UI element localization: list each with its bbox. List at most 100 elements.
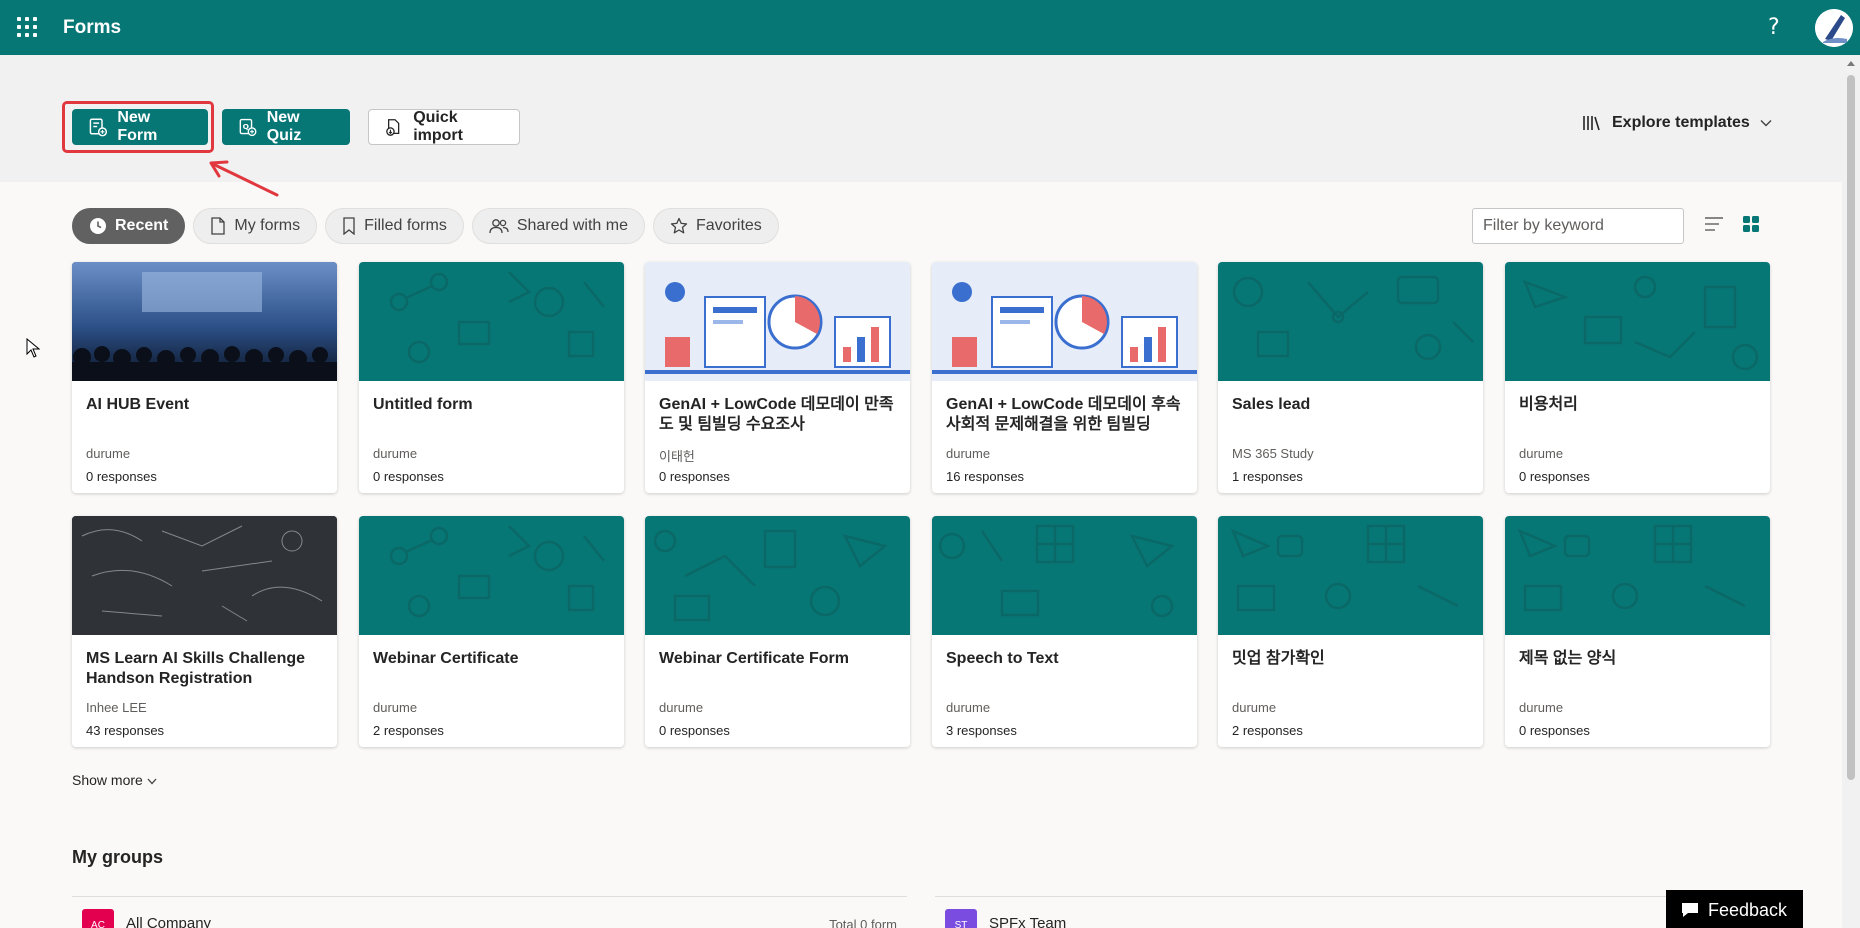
card-title: 밋업 참가확인 bbox=[1232, 650, 1325, 667]
form-card[interactable]: GenAI + LowCode 데모데이 후속 사회적 문제해결을 위한 팀빌딩… bbox=[932, 262, 1197, 493]
card-thumbnail-pattern bbox=[359, 262, 624, 381]
card-responses: 16 responses bbox=[946, 469, 1025, 484]
card-responses: 0 responses bbox=[373, 469, 444, 484]
help-icon[interactable]: ? bbox=[1768, 15, 1780, 40]
app-title[interactable]: Forms bbox=[63, 17, 121, 39]
app-header: Forms ? bbox=[0, 0, 1860, 55]
clock-icon bbox=[90, 218, 106, 234]
tab-filled-forms-label: Filled forms bbox=[364, 217, 447, 234]
form-card[interactable]: Webinar Certificate durume 2 responses bbox=[359, 516, 624, 747]
explore-templates-button[interactable]: Explore templates bbox=[1582, 114, 1772, 132]
library-icon bbox=[1583, 116, 1600, 131]
group-row[interactable]: AC All Company Total 0 form bbox=[72, 896, 907, 928]
my-groups-title: My groups bbox=[72, 847, 164, 867]
form-card[interactable]: Untitled form durume 0 responses bbox=[359, 262, 624, 493]
scrollbar-thumb[interactable] bbox=[1847, 75, 1855, 780]
list-view-icon[interactable] bbox=[1704, 215, 1724, 233]
annotation-highlight-box bbox=[62, 101, 214, 153]
card-owner: durume bbox=[946, 446, 991, 461]
card-owner: durume bbox=[86, 446, 131, 461]
tab-recent-label: Recent bbox=[115, 217, 169, 234]
form-card[interactable]: Webinar Certificate Form durume 0 respon… bbox=[645, 516, 910, 747]
tab-my-forms-label: My forms bbox=[234, 217, 301, 234]
card-title: MS Learn AI Skills Challenge Handson Reg… bbox=[86, 650, 306, 687]
card-responses: 1 responses bbox=[1232, 469, 1303, 484]
card-responses: 0 responses bbox=[86, 469, 157, 484]
feedback-label: Feedback bbox=[1708, 899, 1788, 920]
mouse-cursor-icon bbox=[26, 338, 40, 358]
card-owner: durume bbox=[1519, 700, 1564, 715]
card-title: Untitled form bbox=[373, 396, 473, 413]
card-responses: 0 responses bbox=[1519, 723, 1590, 738]
card-thumbnail-pattern bbox=[932, 516, 1197, 635]
group-name: All Company bbox=[126, 915, 212, 928]
filter-keyword-input[interactable] bbox=[1472, 208, 1684, 244]
card-title: GenAI + LowCode 데모데이 만족도 및 팀빌딩 수요조사 bbox=[659, 396, 894, 433]
card-responses: 0 responses bbox=[659, 723, 730, 738]
svg-text:Q: Q bbox=[243, 122, 249, 131]
card-thumbnail-pattern bbox=[1505, 262, 1770, 381]
card-owner: durume bbox=[373, 446, 418, 461]
form-card[interactable]: 제목 없는 양식 durume 0 responses bbox=[1505, 516, 1770, 747]
show-more-button[interactable]: Show more bbox=[72, 772, 157, 788]
people-icon bbox=[489, 219, 509, 234]
card-thumbnail-chalkboard-photo bbox=[72, 516, 337, 635]
show-more-label: Show more bbox=[72, 772, 143, 788]
tab-shared-with-me[interactable]: Shared with me bbox=[471, 208, 645, 244]
card-thumbnail-pattern bbox=[1505, 516, 1770, 635]
scroll-up-icon[interactable] bbox=[1842, 58, 1860, 70]
card-owner: durume bbox=[659, 700, 704, 715]
card-thumbnail-illustration bbox=[932, 262, 1197, 381]
chevron-down-icon bbox=[147, 778, 157, 785]
form-card[interactable]: Speech to Text durume 3 responses bbox=[932, 516, 1197, 747]
tab-favorites[interactable]: Favorites bbox=[653, 208, 779, 244]
form-card[interactable]: GenAI + LowCode 데모데이 만족도 및 팀빌딩 수요조사 이태헌 … bbox=[645, 262, 910, 493]
grid-view-icon[interactable] bbox=[1742, 215, 1760, 233]
tab-shared-with-me-label: Shared with me bbox=[516, 217, 628, 234]
avatar[interactable] bbox=[1815, 9, 1853, 47]
card-title: Webinar Certificate bbox=[373, 650, 519, 667]
card-thumbnail-event-photo bbox=[72, 262, 337, 381]
form-card[interactable]: AI HUB Event durume 0 responses bbox=[72, 262, 337, 493]
import-icon bbox=[386, 119, 400, 136]
chat-icon bbox=[1682, 903, 1698, 917]
quiz-icon: Q bbox=[239, 118, 257, 137]
form-card[interactable]: Sales lead MS 365 Study 1 responses bbox=[1218, 262, 1483, 493]
group-row[interactable]: ST SPFx Team bbox=[935, 896, 1770, 928]
tab-my-forms[interactable]: My forms bbox=[193, 208, 318, 244]
card-responses: 0 responses bbox=[659, 469, 730, 484]
explore-templates-label: Explore templates bbox=[1612, 114, 1750, 131]
feedback-button[interactable]: Feedback bbox=[1666, 890, 1803, 928]
card-title: Webinar Certificate Form bbox=[659, 650, 849, 667]
card-responses: 0 responses bbox=[1519, 469, 1590, 484]
new-quiz-button[interactable]: Q New Quiz bbox=[222, 109, 350, 145]
card-owner: durume bbox=[946, 700, 991, 715]
annotation-arrow-icon bbox=[209, 160, 279, 197]
card-responses: 2 responses bbox=[373, 723, 444, 738]
document-icon bbox=[211, 217, 226, 235]
card-owner: durume bbox=[373, 700, 418, 715]
tab-recent[interactable]: Recent bbox=[72, 208, 186, 244]
group-badge: ST bbox=[945, 909, 977, 928]
quick-import-button[interactable]: Quick import bbox=[368, 109, 520, 145]
form-filter-tabs: Recent My forms Filled forms Shared with… bbox=[72, 208, 779, 244]
page-scrollbar[interactable] bbox=[1842, 55, 1860, 928]
card-title: Speech to Text bbox=[946, 650, 1059, 667]
bookmark-icon bbox=[343, 217, 355, 235]
card-title: 비용처리 bbox=[1519, 396, 1578, 413]
card-responses: 3 responses bbox=[946, 723, 1017, 738]
quick-import-label: Quick import bbox=[413, 109, 463, 144]
card-title: 제목 없는 양식 bbox=[1519, 650, 1617, 667]
form-card[interactable]: MS Learn AI Skills Challenge Handson Reg… bbox=[72, 516, 337, 747]
card-responses: 43 responses bbox=[86, 723, 165, 738]
form-card[interactable]: 비용처리 durume 0 responses bbox=[1505, 262, 1770, 493]
form-card[interactable]: 밋업 참가확인 durume 2 responses bbox=[1218, 516, 1483, 747]
card-title: Sales lead bbox=[1232, 396, 1311, 413]
group-badge: AC bbox=[82, 909, 114, 928]
star-icon bbox=[670, 217, 688, 234]
card-thumbnail-illustration bbox=[645, 262, 910, 381]
card-responses: 2 responses bbox=[1232, 723, 1303, 738]
card-owner: durume bbox=[1232, 700, 1277, 715]
app-launcher-icon[interactable] bbox=[17, 17, 37, 37]
tab-filled-forms[interactable]: Filled forms bbox=[325, 208, 464, 244]
